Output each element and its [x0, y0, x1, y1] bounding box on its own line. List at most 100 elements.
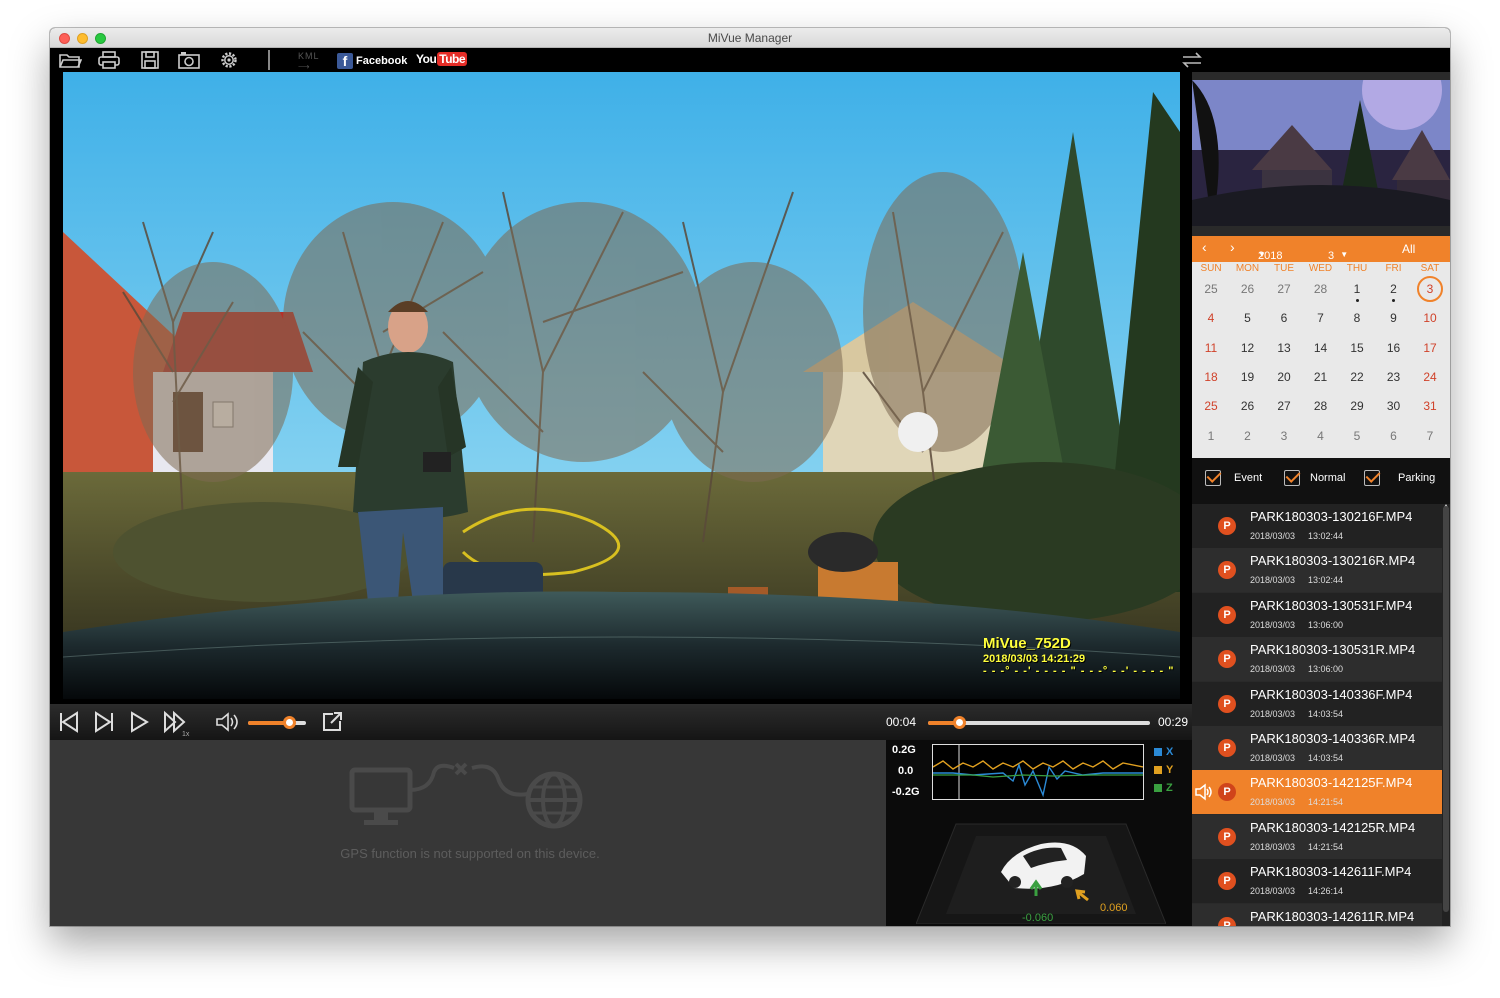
calendar-day[interactable]: 18: [1193, 370, 1229, 384]
calendar-day[interactable]: 5: [1230, 311, 1266, 325]
calendar-day[interactable]: 20: [1266, 370, 1302, 384]
gsensor-panel: 0.2G 0.0 -0.2G X Y Z -0.060 0.060: [886, 740, 1192, 926]
gsensor-top-label: 0.2G: [892, 744, 916, 756]
calendar-day[interactable]: 5: [1339, 429, 1375, 443]
calendar-day[interactable]: 21: [1303, 370, 1339, 384]
calendar-day[interactable]: 27: [1266, 282, 1302, 296]
facebook-share-button[interactable]: f Facebook: [337, 52, 407, 69]
parking-filter-checkbox[interactable]: [1364, 470, 1380, 486]
calendar-day[interactable]: 6: [1376, 429, 1412, 443]
youtube-logo-tube: Tube: [437, 52, 468, 66]
volume-speaker-icon[interactable]: [214, 710, 240, 734]
gsensor-mid-label: 0.0: [898, 765, 914, 777]
open-folder-icon[interactable]: [58, 50, 83, 70]
calendar-month-select[interactable]: 3 ▼: [1328, 243, 1348, 262]
parking-badge: P: [1218, 783, 1236, 802]
scrollbar-thumb[interactable]: [1443, 506, 1449, 912]
file-date: 2018/03/03: [1250, 531, 1296, 541]
minimize-window-button[interactable]: [77, 33, 88, 44]
calendar-day[interactable]: 22: [1339, 370, 1375, 384]
calendar-day[interactable]: 4: [1303, 429, 1339, 443]
calendar-day[interactable]: 1: [1193, 429, 1229, 443]
close-window-button[interactable]: [59, 33, 70, 44]
youtube-share-button[interactable]: You Tube: [416, 52, 468, 66]
calendar-day[interactable]: 26: [1230, 399, 1266, 413]
volume-slider-handle[interactable]: [282, 716, 296, 729]
file-list-item[interactable]: P PARK180303-130531F.MP4 2018/03/03 13:06:0…: [1192, 592, 1442, 637]
calendar-day[interactable]: 23: [1376, 370, 1412, 384]
parking-badge: P: [1218, 739, 1236, 757]
event-filter-checkbox[interactable]: [1205, 470, 1221, 486]
kml-export-button[interactable]: KML ⟶: [298, 51, 320, 71]
calendar-day[interactable]: 25: [1193, 282, 1229, 296]
calendar-all-button[interactable]: All: [1402, 242, 1415, 256]
file-list-scrollbar[interactable]: [1442, 504, 1450, 926]
calendar-day[interactable]: 1: [1339, 282, 1375, 296]
calendar-day[interactable]: 11: [1193, 341, 1229, 355]
osd-timestamp: 2018/03/03 14:21:29: [983, 653, 1086, 665]
file-list-item[interactable]: P PARK180303-140336F.MP4 2018/03/03 14:03:5…: [1192, 681, 1442, 726]
calendar-day[interactable]: 4: [1193, 311, 1229, 325]
file-list-item[interactable]: P PARK180303-142611F.MP4 2018/03/03 14:26:1…: [1192, 859, 1442, 904]
facebook-label: Facebook: [356, 54, 408, 67]
calendar-day[interactable]: 8: [1339, 311, 1375, 325]
weekday-label: FRI: [1385, 263, 1402, 274]
file-list-item[interactable]: P PARK180303-130216R.MP4 2018/03/03 13:02:4…: [1192, 548, 1442, 593]
previous-file-icon[interactable]: [56, 710, 82, 734]
video-thumbnail[interactable]: [1192, 80, 1450, 226]
gsensor-bottom-label: -0.2G: [892, 786, 920, 798]
calendar-day[interactable]: 25: [1193, 399, 1229, 413]
snapshot-camera-icon[interactable]: [177, 50, 201, 70]
seek-bar-handle[interactable]: [953, 716, 967, 729]
calendar-next-icon[interactable]: ›: [1230, 239, 1235, 255]
maximize-window-button[interactable]: [95, 33, 106, 44]
file-list-item[interactable]: P PARK180303-140336R.MP4 2018/03/03 14:03:5…: [1192, 726, 1442, 770]
print-icon[interactable]: [97, 50, 121, 70]
video-player-frame[interactable]: MiVue_752D 2018/03/03 14:21:29 - - -° - …: [63, 72, 1180, 699]
calendar-day[interactable]: 31: [1412, 399, 1448, 413]
calendar-day[interactable]: 27: [1266, 399, 1302, 413]
calendar-day[interactable]: 24: [1412, 370, 1448, 384]
normal-filter-checkbox[interactable]: [1284, 470, 1300, 486]
volume-slider[interactable]: [248, 721, 306, 725]
calendar-day[interactable]: 6: [1266, 311, 1302, 325]
file-list-item[interactable]: P PARK180303-142125R.MP4 2018/03/03 14:21:5…: [1192, 814, 1442, 859]
calendar-day[interactable]: 7: [1303, 311, 1339, 325]
calendar-day[interactable]: 28: [1303, 399, 1339, 413]
calendar-day[interactable]: 7: [1412, 429, 1448, 443]
save-icon[interactable]: [138, 50, 162, 70]
parking-badge: P: [1218, 694, 1236, 713]
weekday-label: THU: [1346, 263, 1368, 274]
swap-view-icon[interactable]: [1180, 50, 1204, 70]
popout-external-icon[interactable]: [320, 710, 346, 734]
calendar-day[interactable]: 3: [1266, 429, 1302, 443]
file-name: PARK180303-130216R.MP4: [1250, 553, 1416, 569]
calendar-day[interactable]: 10: [1412, 311, 1448, 325]
file-list-item[interactable]: P PARK180303-130216F.MP4 2018/03/03 13:02:4…: [1192, 504, 1442, 548]
calendar-day[interactable]: 28: [1303, 282, 1339, 296]
weekday-label: MON: [1235, 263, 1260, 274]
calendar-prev-icon[interactable]: ‹: [1202, 239, 1207, 255]
settings-gear-icon[interactable]: [217, 50, 241, 70]
file-name: PARK180303-140336F.MP4: [1250, 686, 1413, 702]
play-icon[interactable]: [126, 710, 152, 734]
calendar-day[interactable]: 17: [1412, 341, 1448, 355]
calendar-day[interactable]: 2: [1376, 282, 1412, 296]
calendar-day[interactable]: 13: [1266, 341, 1302, 355]
calendar-day[interactable]: 15: [1339, 341, 1375, 355]
calendar-day[interactable]: 9: [1376, 311, 1412, 325]
file-time: 13:06:00: [1308, 619, 1344, 630]
calendar-day[interactable]: 2: [1230, 429, 1266, 443]
calendar-day[interactable]: 16: [1376, 341, 1412, 355]
calendar-day[interactable]: 30: [1376, 399, 1412, 413]
file-list-item[interactable]: P PARK180303-142125F.MP4 2018/03/03 14:21:5…: [1192, 770, 1442, 815]
calendar-day[interactable]: 14: [1303, 341, 1339, 355]
file-list-item[interactable]: PPARK180303-142611R.MP42018/03/0314:26:1…: [1192, 903, 1442, 926]
calendar-day[interactable]: 19: [1230, 370, 1266, 384]
calendar-day[interactable]: 29: [1339, 399, 1375, 413]
calendar-day[interactable]: 26: [1230, 282, 1266, 296]
file-name: PARK180303-142611R.MP4: [1250, 908, 1415, 924]
next-frame-icon[interactable]: [91, 710, 117, 734]
calendar-day[interactable]: 12: [1230, 341, 1266, 355]
file-list-item[interactable]: P PARK180303-130531R.MP4 2018/03/03 13:06:0…: [1192, 637, 1442, 682]
